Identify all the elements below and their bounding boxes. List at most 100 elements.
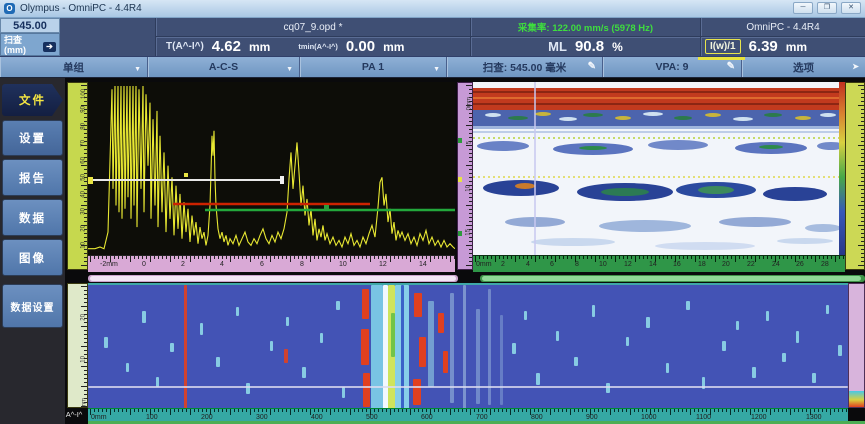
cscan-indication <box>236 307 239 316</box>
pencil-icon[interactable]: ✎ <box>588 60 596 74</box>
ruler-tick <box>506 409 507 412</box>
reading-cell-thickness[interactable]: T(A^-I^) 4.62 mm tmin(A^-I^) 0.00 mm <box>155 37 470 56</box>
reading-value: 6.39 <box>749 38 778 55</box>
ruler-tick <box>84 181 87 182</box>
ascan-view[interactable] <box>88 82 455 255</box>
ruler-tick <box>469 213 472 214</box>
ruler-tick <box>858 185 864 186</box>
cscan-indication <box>200 323 203 335</box>
ruler-tick <box>469 249 472 250</box>
ruler-tick <box>799 256 800 259</box>
ruler-tick-label: 22 <box>747 261 755 268</box>
group-dropdown[interactable]: PA 1 ▼ <box>300 57 447 77</box>
ruler-tick <box>767 256 768 259</box>
chevron-down-icon[interactable]: ▼ <box>134 63 141 77</box>
bscan-right-ruler[interactable] <box>845 82 865 270</box>
ruler-tick <box>843 256 844 259</box>
ruler-tick <box>426 409 427 412</box>
gate-marker <box>324 205 329 210</box>
bscan-band <box>473 103 839 105</box>
bscan-view[interactable] <box>473 82 839 255</box>
layout-dropdown[interactable]: A-C-S ▼ <box>148 57 300 77</box>
ruler-tick <box>466 125 472 126</box>
ruler-tick <box>861 117 864 118</box>
chevron-down-icon[interactable]: ▼ <box>286 63 293 77</box>
pencil-icon[interactable]: ✎ <box>727 60 735 74</box>
bscan-indication <box>817 142 839 150</box>
sidebar-tab-data-settings[interactable]: 数据设置 <box>2 284 63 328</box>
scan-axis-box[interactable]: 扫查 (mm) ➔ <box>0 33 60 56</box>
ascan-distance-ruler[interactable]: -2mm02468101214 <box>88 255 455 272</box>
ruler-tick <box>751 256 752 259</box>
ruler-tick <box>350 409 351 415</box>
bscan-indication <box>579 146 607 150</box>
ruler-tick <box>374 409 375 412</box>
ruler-tick <box>84 261 87 262</box>
ruler-tick <box>434 409 435 412</box>
cursor-icon[interactable]: ➤ <box>852 60 859 74</box>
cscan-scan-ruler[interactable]: 0mm1002003004005006007008009001000110012… <box>88 408 848 421</box>
bscan-scrollbar[interactable] <box>480 275 865 282</box>
ruler-tick <box>469 193 472 194</box>
ruler-tick <box>771 256 772 259</box>
ruler-tick <box>469 93 472 94</box>
ruler-tick <box>254 256 255 259</box>
ruler-tick <box>861 201 864 202</box>
ruler-tick <box>266 409 267 412</box>
reading-cell-amplitude[interactable]: ML 90.8 % <box>470 37 700 56</box>
ruler-tick <box>142 256 143 259</box>
sidebar-tab-data[interactable]: 数据 <box>2 199 63 236</box>
sidebar-tab-file[interactable]: 文件 <box>2 84 63 116</box>
ruler-tick <box>84 169 87 170</box>
bscan-scrollbar-thumb[interactable] <box>482 276 861 281</box>
ruler-tick <box>346 256 347 259</box>
ruler-tick <box>84 298 87 299</box>
vpa-editor[interactable]: VPA: 9 ✎ <box>603 57 742 77</box>
reading-cell-gate-depth[interactable]: I(w)/1 6.39 mm <box>700 37 865 56</box>
scan-next-icon[interactable]: ➔ <box>43 42 56 52</box>
close-button[interactable]: ✕ <box>841 2 861 14</box>
ruler-tick <box>110 409 111 415</box>
ruler-tick <box>861 173 864 174</box>
chevron-down-icon[interactable]: ▼ <box>433 63 440 77</box>
maximize-button[interactable]: ❐ <box>817 2 837 14</box>
ruler-tick <box>222 409 223 412</box>
options-menu[interactable]: 选项 ➤ <box>742 57 865 77</box>
minimize-button[interactable]: ─ <box>793 2 813 14</box>
ruler-tick <box>815 256 816 262</box>
ascan-scrollbar-thumb[interactable] <box>90 276 456 281</box>
ruler-tick <box>102 409 103 412</box>
ruler-tick <box>382 409 383 412</box>
ruler-tick <box>807 256 808 259</box>
gate-position-label: 扫查: 545.00 毫米 <box>483 60 566 75</box>
bscan-index-ruler[interactable]: 0mm246810121416182022242628 <box>473 255 845 272</box>
ruler-tick <box>555 256 556 262</box>
gate-position-editor[interactable]: 扫查: 545.00 毫米 ✎ <box>447 57 603 77</box>
ruler-tick <box>551 256 552 259</box>
group-mode-dropdown[interactable]: 单组 ▼ <box>0 57 148 77</box>
sidebar-tab-image[interactable]: 图像 <box>2 239 63 276</box>
ruler-tick <box>346 409 347 412</box>
bscan-indication <box>759 145 783 149</box>
ruler-tick <box>686 409 687 412</box>
cscan-view[interactable] <box>88 283 848 408</box>
bscan-indication <box>705 113 721 117</box>
ruler-tick-label: 0mm <box>91 414 107 421</box>
cscan-indication <box>428 301 434 387</box>
ruler-tick <box>418 256 419 259</box>
ascan-scrollbar[interactable] <box>88 275 458 282</box>
ruler-tick <box>861 133 864 134</box>
sidebar-tab-report[interactable]: 报告 <box>2 159 63 196</box>
ascan-amplitude-ruler[interactable]: 100908070605040302010 <box>67 82 88 270</box>
bscan-indication <box>805 224 839 232</box>
ruler-tick <box>861 253 864 254</box>
bscan-indication <box>508 116 528 120</box>
ruler-tick <box>84 137 87 138</box>
cscan-index-ruler[interactable]: 20100mm <box>67 283 88 408</box>
bscan-depth-ruler[interactable]: 0mm51015 <box>457 82 473 270</box>
ruler-tick <box>438 256 439 259</box>
bscan-indication <box>485 113 501 117</box>
sidebar-tab-settings[interactable]: 设置 <box>2 120 63 156</box>
ruler-tick <box>861 213 864 214</box>
ruler-tick <box>94 409 95 412</box>
